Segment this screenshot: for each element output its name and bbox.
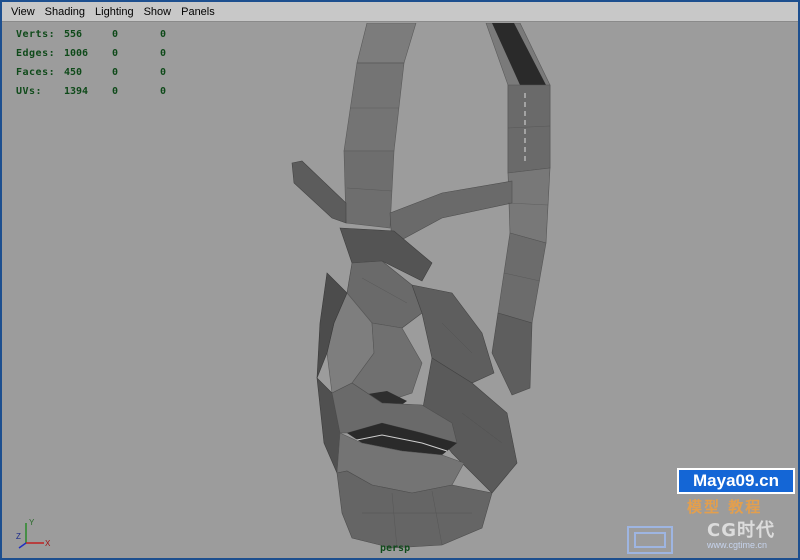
view-axis-icon: Y Z X: [16, 518, 51, 549]
axis-x-label: X: [45, 539, 51, 548]
stat-value: 0: [160, 67, 167, 78]
cg-logo-icon: [627, 526, 673, 554]
strap-top-a: [356, 23, 417, 64]
stat-value: 0: [112, 86, 119, 97]
menu-lighting[interactable]: Lighting: [90, 3, 139, 21]
strap-right-lower3: [491, 312, 533, 396]
watermark-url: Maya09.cn: [677, 468, 795, 494]
stat-row-edges: Edges: 1006 0 0: [16, 44, 200, 63]
stat-label: Verts:: [16, 29, 56, 40]
stat-value: 556: [64, 29, 83, 40]
stat-value: 0: [160, 48, 167, 59]
menu-panels[interactable]: Panels: [176, 3, 220, 21]
stat-value: 0: [112, 29, 119, 40]
stat-row-verts: Verts: 556 0 0: [16, 25, 200, 44]
stat-row-uvs: UVs: 1394 0 0: [16, 82, 200, 101]
stat-value: 0: [160, 86, 167, 97]
menu-view[interactable]: View: [6, 3, 40, 21]
stat-value: 450: [64, 67, 83, 78]
axis-z-label: Z: [16, 532, 21, 541]
maya-window: View Shading Lighting Show Panels Verts:…: [0, 0, 800, 560]
strap-right-lower1: [507, 167, 551, 244]
stat-label: Edges:: [16, 48, 56, 59]
brow-band-left: [291, 160, 347, 224]
brow-band-right: [389, 180, 513, 246]
watermark-site-text: www.cgtime.cn: [707, 540, 768, 550]
stat-value: 1394: [64, 86, 89, 97]
strap-right-lower2: [497, 232, 547, 324]
strap-right-mid: [507, 84, 551, 174]
watermark-logo: Maya09.cn 模型 教程 CG时代 www.cgtime.cn: [627, 468, 795, 554]
axis-y-label: Y: [29, 518, 35, 527]
camera-name-label: persp: [380, 543, 411, 554]
menu-shading[interactable]: Shading: [40, 3, 90, 21]
stat-row-faces: Faces: 450 0 0: [16, 63, 200, 82]
stat-value: 1006: [64, 48, 89, 59]
watermark-chinese-text: 模型 教程: [687, 498, 763, 516]
menu-show[interactable]: Show: [139, 3, 177, 21]
strap-top-b: [343, 62, 405, 152]
stat-value: 0: [112, 67, 119, 78]
stat-label: Faces:: [16, 67, 56, 78]
heads-up-poly-count: Verts: 556 0 0 Edges: 1006 0 0 Faces: 45…: [16, 25, 200, 101]
panel-menubar: View Shading Lighting Show Panels: [2, 2, 798, 22]
perspective-viewport[interactable]: Verts: 556 0 0 Edges: 1006 0 0 Faces: 45…: [2, 23, 798, 558]
stat-value: 0: [160, 29, 167, 40]
watermark-cg-text: CG时代: [707, 520, 775, 541]
stat-value: 0: [112, 48, 119, 59]
stat-label: UVs:: [16, 86, 43, 97]
